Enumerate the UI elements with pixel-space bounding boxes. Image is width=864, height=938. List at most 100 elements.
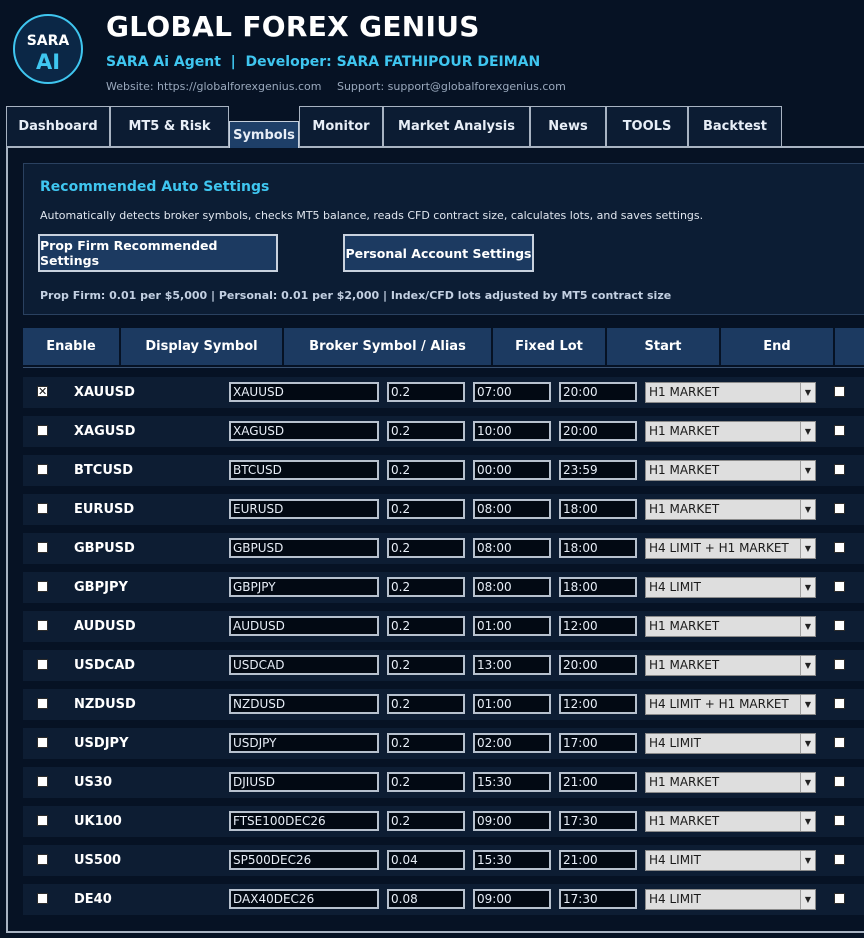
end-time-input[interactable]: 18:00 xyxy=(559,538,637,558)
extra-option-checkbox[interactable] xyxy=(834,893,845,904)
fixed-lot-input[interactable]: 0.2 xyxy=(387,811,465,831)
tab-backtest[interactable]: Backtest xyxy=(688,106,782,146)
extra-option-checkbox[interactable] xyxy=(834,425,845,436)
tab-mt5-risk[interactable]: MT5 & Risk xyxy=(110,106,229,146)
extra-option-checkbox[interactable] xyxy=(834,698,845,709)
order-mode-select[interactable]: H1 MARKET ▼ xyxy=(645,382,816,403)
order-mode-select[interactable]: H1 MARKET ▼ xyxy=(645,460,816,481)
chevron-down-icon[interactable]: ▼ xyxy=(800,695,815,714)
broker-symbol-input[interactable]: DJIUSD xyxy=(229,772,379,792)
order-mode-select[interactable]: H4 LIMIT ▼ xyxy=(645,733,816,754)
enable-checkbox[interactable] xyxy=(37,464,48,475)
broker-symbol-input[interactable]: GBPJPY xyxy=(229,577,379,597)
broker-symbol-input[interactable]: USDJPY xyxy=(229,733,379,753)
start-time-input[interactable]: 09:00 xyxy=(473,889,551,909)
chevron-down-icon[interactable]: ▼ xyxy=(800,383,815,402)
enable-checkbox[interactable]: ✕ xyxy=(37,386,48,397)
extra-option-checkbox[interactable] xyxy=(834,737,845,748)
chevron-down-icon[interactable]: ▼ xyxy=(800,656,815,675)
end-time-input[interactable]: 18:00 xyxy=(559,577,637,597)
fixed-lot-input[interactable]: 0.2 xyxy=(387,733,465,753)
enable-checkbox[interactable] xyxy=(37,503,48,514)
fixed-lot-input[interactable]: 0.08 xyxy=(387,889,465,909)
enable-checkbox[interactable] xyxy=(37,776,48,787)
order-mode-select[interactable]: H1 MARKET ▼ xyxy=(645,421,816,442)
fixed-lot-input[interactable]: 0.2 xyxy=(387,577,465,597)
chevron-down-icon[interactable]: ▼ xyxy=(800,461,815,480)
chevron-down-icon[interactable]: ▼ xyxy=(800,773,815,792)
chevron-down-icon[interactable]: ▼ xyxy=(800,578,815,597)
tab-tools[interactable]: TOOLS xyxy=(606,106,688,146)
extra-option-checkbox[interactable] xyxy=(834,620,845,631)
order-mode-select[interactable]: H1 MARKET ▼ xyxy=(645,655,816,676)
start-time-input[interactable]: 10:00 xyxy=(473,421,551,441)
broker-symbol-input[interactable]: SP500DEC26 xyxy=(229,850,379,870)
enable-checkbox[interactable] xyxy=(37,893,48,904)
tab-news[interactable]: News xyxy=(530,106,606,146)
enable-checkbox[interactable] xyxy=(37,542,48,553)
chevron-down-icon[interactable]: ▼ xyxy=(800,500,815,519)
broker-symbol-input[interactable]: EURUSD xyxy=(229,499,379,519)
order-mode-select[interactable]: H4 LIMIT ▼ xyxy=(645,889,816,910)
extra-option-checkbox[interactable] xyxy=(834,503,845,514)
enable-checkbox[interactable] xyxy=(37,425,48,436)
order-mode-select[interactable]: H1 MARKET ▼ xyxy=(645,811,816,832)
chevron-down-icon[interactable]: ▼ xyxy=(800,890,815,909)
fixed-lot-input[interactable]: 0.2 xyxy=(387,382,465,402)
broker-symbol-input[interactable]: USDCAD xyxy=(229,655,379,675)
start-time-input[interactable]: 01:00 xyxy=(473,694,551,714)
fixed-lot-input[interactable]: 0.2 xyxy=(387,772,465,792)
extra-option-checkbox[interactable] xyxy=(834,659,845,670)
tab-dashboard[interactable]: Dashboard xyxy=(6,106,110,146)
broker-symbol-input[interactable]: DAX40DEC26 xyxy=(229,889,379,909)
start-time-input[interactable]: 13:00 xyxy=(473,655,551,675)
end-time-input[interactable]: 17:30 xyxy=(559,889,637,909)
broker-symbol-input[interactable]: GBPUSD xyxy=(229,538,379,558)
start-time-input[interactable]: 08:00 xyxy=(473,499,551,519)
broker-symbol-input[interactable]: NZDUSD xyxy=(229,694,379,714)
personal-account-settings-button[interactable]: Personal Account Settings xyxy=(343,234,534,272)
fixed-lot-input[interactable]: 0.04 xyxy=(387,850,465,870)
tab-monitor[interactable]: Monitor xyxy=(299,106,383,146)
enable-checkbox[interactable] xyxy=(37,815,48,826)
broker-symbol-input[interactable]: XAUUSD xyxy=(229,382,379,402)
order-mode-select[interactable]: H1 MARKET ▼ xyxy=(645,616,816,637)
start-time-input[interactable]: 08:00 xyxy=(473,577,551,597)
extra-option-checkbox[interactable] xyxy=(834,854,845,865)
chevron-down-icon[interactable]: ▼ xyxy=(800,812,815,831)
prop-firm-settings-button[interactable]: Prop Firm Recommended Settings xyxy=(38,234,278,272)
start-time-input[interactable]: 00:00 xyxy=(473,460,551,480)
start-time-input[interactable]: 07:00 xyxy=(473,382,551,402)
broker-symbol-input[interactable]: XAGUSD xyxy=(229,421,379,441)
end-time-input[interactable]: 18:00 xyxy=(559,499,637,519)
enable-checkbox[interactable] xyxy=(37,854,48,865)
fixed-lot-input[interactable]: 0.2 xyxy=(387,499,465,519)
fixed-lot-input[interactable]: 0.2 xyxy=(387,616,465,636)
extra-option-checkbox[interactable] xyxy=(834,542,845,553)
fixed-lot-input[interactable]: 0.2 xyxy=(387,460,465,480)
fixed-lot-input[interactable]: 0.2 xyxy=(387,538,465,558)
end-time-input[interactable]: 20:00 xyxy=(559,421,637,441)
start-time-input[interactable]: 15:30 xyxy=(473,850,551,870)
end-time-input[interactable]: 17:30 xyxy=(559,811,637,831)
fixed-lot-input[interactable]: 0.2 xyxy=(387,421,465,441)
end-time-input[interactable]: 12:00 xyxy=(559,694,637,714)
start-time-input[interactable]: 08:00 xyxy=(473,538,551,558)
extra-option-checkbox[interactable] xyxy=(834,464,845,475)
chevron-down-icon[interactable]: ▼ xyxy=(800,617,815,636)
end-time-input[interactable]: 20:00 xyxy=(559,382,637,402)
fixed-lot-input[interactable]: 0.2 xyxy=(387,694,465,714)
end-time-input[interactable]: 20:00 xyxy=(559,655,637,675)
chevron-down-icon[interactable]: ▼ xyxy=(800,851,815,870)
order-mode-select[interactable]: H4 LIMIT ▼ xyxy=(645,577,816,598)
enable-checkbox[interactable] xyxy=(37,620,48,631)
extra-option-checkbox[interactable] xyxy=(834,581,845,592)
chevron-down-icon[interactable]: ▼ xyxy=(800,539,815,558)
extra-option-checkbox[interactable] xyxy=(834,815,845,826)
end-time-input[interactable]: 21:00 xyxy=(559,850,637,870)
tab-symbols[interactable]: Symbols xyxy=(229,121,299,148)
broker-symbol-input[interactable]: FTSE100DEC26 xyxy=(229,811,379,831)
enable-checkbox[interactable] xyxy=(37,659,48,670)
extra-option-checkbox[interactable] xyxy=(834,776,845,787)
enable-checkbox[interactable] xyxy=(37,698,48,709)
